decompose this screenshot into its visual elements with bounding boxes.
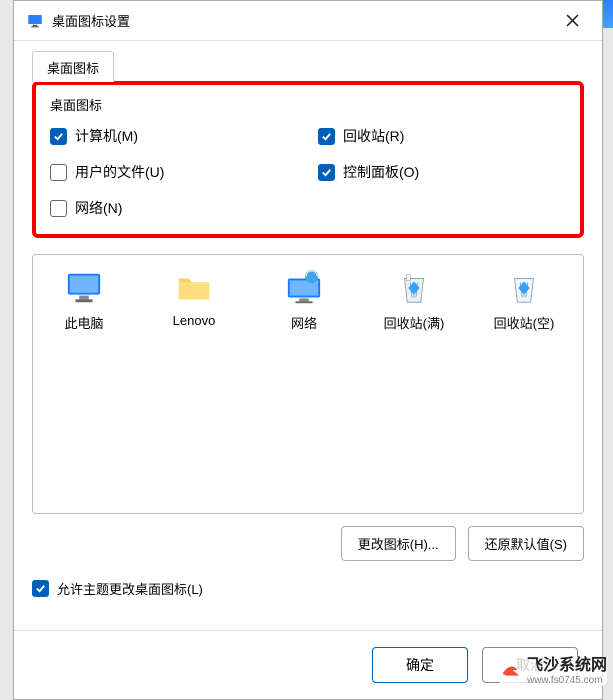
watermark-url: www.fs0745.com xyxy=(527,675,607,686)
icon-this-pc[interactable]: 此电脑 xyxy=(43,269,125,332)
recycle-empty-icon xyxy=(505,269,543,307)
watermark-icon xyxy=(499,661,521,683)
checkbox-box[interactable] xyxy=(318,128,335,145)
desktop-icons-group: 桌面图标 计算机(M) 回收站(R) 用户的文件(U) 控制面板(O) xyxy=(32,81,584,238)
group-title: 桌面图标 xyxy=(50,95,566,114)
watermark: 飞沙系统网 www.fs0745.com xyxy=(499,657,607,686)
network-icon xyxy=(285,269,323,307)
titlebar-app-icon xyxy=(26,12,44,30)
checkbox-grid: 计算机(M) 回收站(R) 用户的文件(U) 控制面板(O) 网络(N) xyxy=(50,126,566,218)
checkbox-recycle-bin[interactable]: 回收站(R) xyxy=(318,126,566,146)
folder-icon xyxy=(175,269,213,307)
checkbox-label: 回收站(R) xyxy=(343,126,404,146)
icon-recycle-empty[interactable]: 回收站(空) xyxy=(483,269,565,332)
ok-button[interactable]: 确定 xyxy=(372,647,468,683)
icon-network[interactable]: 网络 xyxy=(263,269,345,332)
icon-label: 回收站(空) xyxy=(494,313,555,332)
checkbox-box[interactable] xyxy=(50,128,67,145)
checkbox-network[interactable]: 网络(N) xyxy=(50,198,298,218)
dialog-body: 桌面图标 桌面图标 计算机(M) 回收站(R) 用户的文件(U) xyxy=(14,41,602,630)
dialog-title: 桌面图标设置 xyxy=(52,11,554,30)
allow-theme-label: 允许主题更改桌面图标(L) xyxy=(57,579,203,598)
tab-desktop-icons[interactable]: 桌面图标 xyxy=(32,51,114,82)
checkbox-box[interactable] xyxy=(318,164,335,181)
checkbox-control-panel[interactable]: 控制面板(O) xyxy=(318,162,566,182)
recycle-full-icon xyxy=(395,269,433,307)
allow-theme-checkbox[interactable]: 允许主题更改桌面图标(L) xyxy=(32,579,584,598)
checkbox-box[interactable] xyxy=(50,164,67,181)
change-icon-button[interactable]: 更改图标(H)... xyxy=(341,526,456,561)
desktop-icon-settings-dialog: 桌面图标设置 桌面图标 桌面图标 计算机(M) 回收站(R) 用户 xyxy=(13,0,603,700)
watermark-text: 飞沙系统网 xyxy=(527,657,607,675)
checkbox-label: 用户的文件(U) xyxy=(75,162,164,182)
checkbox-label: 网络(N) xyxy=(75,198,122,218)
checkbox-label: 计算机(M) xyxy=(75,126,138,146)
icon-label: Lenovo xyxy=(173,313,216,328)
close-button[interactable] xyxy=(554,7,590,35)
icon-recycle-full[interactable]: 回收站(满) xyxy=(373,269,455,332)
checkbox-computer[interactable]: 计算机(M) xyxy=(50,126,298,146)
checkbox-user-files[interactable]: 用户的文件(U) xyxy=(50,162,298,182)
tab-strip: 桌面图标 xyxy=(32,51,584,81)
icon-label: 此电脑 xyxy=(64,313,103,332)
icon-label: 回收站(满) xyxy=(384,313,445,332)
icon-label: 网络 xyxy=(291,313,317,332)
monitor-icon xyxy=(65,269,103,307)
titlebar: 桌面图标设置 xyxy=(14,1,602,41)
restore-default-button[interactable]: 还原默认值(S) xyxy=(468,526,584,561)
checkbox-box[interactable] xyxy=(32,580,49,597)
icon-user-folder[interactable]: Lenovo xyxy=(153,269,235,328)
icon-preview-box: 此电脑 Lenovo 网络 回收站(满) 回收站(空) xyxy=(32,254,584,514)
icon-action-buttons: 更改图标(H)... 还原默认值(S) xyxy=(32,526,584,561)
checkbox-box[interactable] xyxy=(50,200,67,217)
checkbox-label: 控制面板(O) xyxy=(343,162,419,182)
